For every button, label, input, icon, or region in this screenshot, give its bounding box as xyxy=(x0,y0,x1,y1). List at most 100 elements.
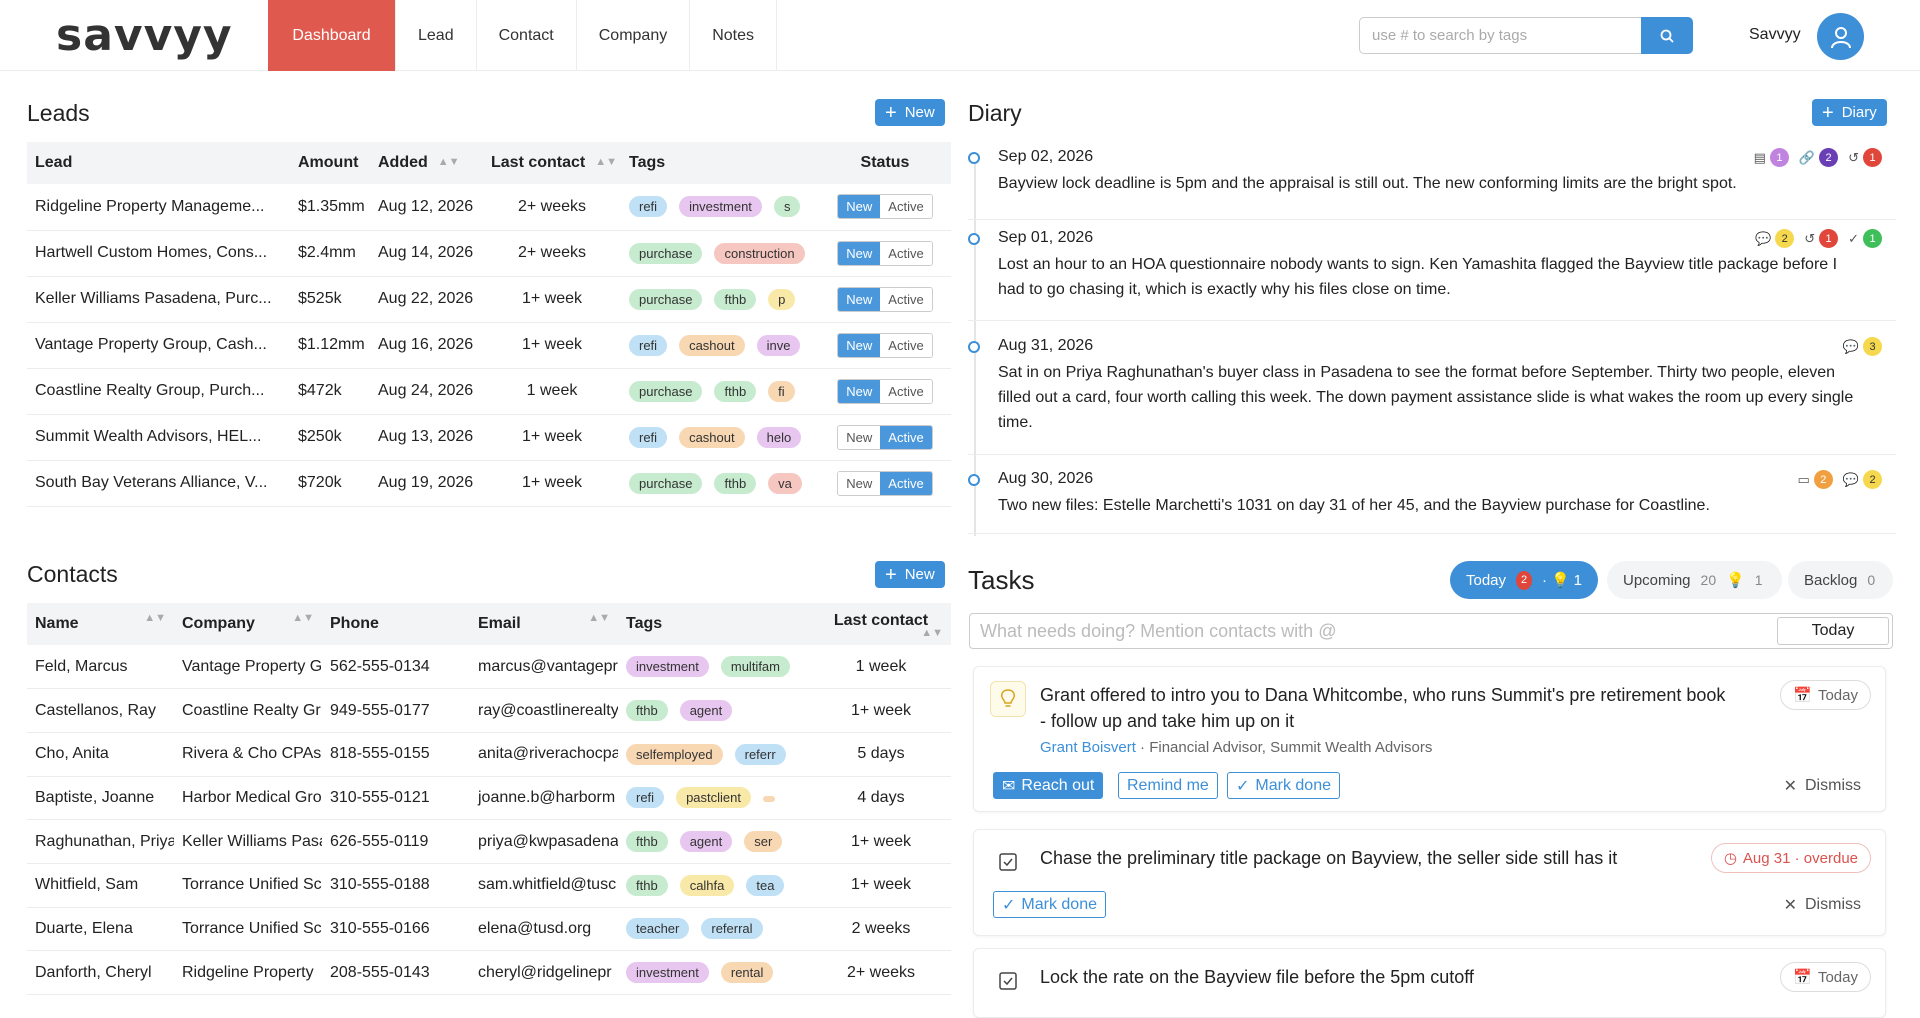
tag[interactable]: fthb xyxy=(626,874,668,896)
tab-upcoming[interactable]: Upcoming 20 💡 1 xyxy=(1607,561,1782,599)
status-option[interactable]: Active xyxy=(880,287,932,311)
table-row[interactable]: Ridgeline Property Manageme... $1.35mm Aug… xyxy=(27,184,951,231)
leads-col-header[interactable]: Last contact ▲▼ xyxy=(483,142,621,184)
tag[interactable]: tea xyxy=(746,874,785,896)
tag[interactable]: fi xyxy=(768,380,795,402)
table-row[interactable]: Keller Williams Pasadena, Purc... $525k Au… xyxy=(27,276,951,323)
user-name[interactable]: Savvyy xyxy=(1749,26,1801,44)
tag[interactable]: purchase xyxy=(629,380,703,402)
tag[interactable]: referr xyxy=(734,743,786,765)
tag[interactable]: fthb xyxy=(626,831,668,853)
tag[interactable]: purchase xyxy=(629,242,703,264)
tag[interactable]: purchase xyxy=(629,472,703,494)
checkbox-icon[interactable] xyxy=(990,844,1026,880)
diary-badge[interactable]: 💬 2 xyxy=(1843,470,1882,489)
tag[interactable]: rental xyxy=(720,962,774,984)
contact-name[interactable]: Baptiste, Joanne xyxy=(27,776,174,821)
tag[interactable]: va xyxy=(768,472,802,494)
tag[interactable]: helo xyxy=(756,426,802,448)
contact-name[interactable]: Whitfield, Sam xyxy=(27,863,174,908)
task-due-date[interactable]: ◷ Aug 31 · overdue xyxy=(1710,843,1871,873)
tag[interactable]: investment xyxy=(679,196,762,218)
table-row[interactable]: Duarte, Elena Torrance Unified Sc 310-555-… xyxy=(27,907,951,952)
nav-dashboard[interactable]: Dashboard xyxy=(268,0,396,71)
dismiss-button[interactable]: ✕ Dismiss xyxy=(1784,895,1861,915)
diary-badge[interactable]: ↺ 1 xyxy=(1804,229,1839,248)
lead-name[interactable]: Hartwell Custom Homes, Cons... xyxy=(27,230,290,277)
sort-icon[interactable]: ▲▼ xyxy=(292,613,314,624)
table-row[interactable]: Raghunathan, Priya Keller Williams Pasa 62… xyxy=(27,819,951,864)
leads-col-header[interactable]: Status xyxy=(819,142,951,184)
search-input[interactable]: use # to search by tags xyxy=(1359,17,1642,54)
tag[interactable]: fthb xyxy=(714,472,757,494)
contact-name[interactable]: Danforth, Cheryl xyxy=(27,950,174,995)
table-row[interactable]: Feld, Marcus Vantage Property G 562-555-01… xyxy=(27,645,951,690)
nav-lead[interactable]: Lead xyxy=(396,0,477,71)
contacts-col-header[interactable]: Email ▲▼ xyxy=(470,603,618,645)
status-option[interactable]: Active xyxy=(880,425,932,449)
sort-icon[interactable]: ▲▼ xyxy=(921,627,943,638)
tag[interactable]: investment xyxy=(626,962,709,984)
table-row[interactable]: Cho, Anita Rivera & Cho CPAs 818-555-0155 a… xyxy=(27,732,951,777)
diary-badge[interactable]: ✓ 1 xyxy=(1848,229,1882,248)
status-option[interactable]: New xyxy=(838,425,881,449)
diary-entry[interactable]: Sep 02, 2026 Bayview lock deadline is 5pm… xyxy=(968,148,1896,220)
tag[interactable] xyxy=(762,796,775,803)
nav-notes[interactable]: Notes xyxy=(690,0,778,71)
tag[interactable]: fthb xyxy=(714,380,757,402)
tag[interactable]: multifam xyxy=(720,656,790,678)
lead-name[interactable]: Ridgeline Property Manageme... xyxy=(27,184,290,231)
sort-icon[interactable]: ▲▼ xyxy=(588,613,610,624)
contacts-col-header[interactable]: Company ▲▼ xyxy=(174,603,322,645)
checkbox-icon[interactable] xyxy=(990,963,1026,999)
diary-entry[interactable]: Aug 30, 2026 Two new files: Estelle March… xyxy=(968,470,1896,534)
status-option[interactable]: New xyxy=(838,241,881,265)
remind-me-button[interactable]: Remind me xyxy=(1118,772,1218,799)
tag[interactable]: investment xyxy=(626,656,709,678)
table-row[interactable]: Castellanos, Ray Coastline Realty Gr 949-5… xyxy=(27,688,951,733)
reach-out-button[interactable]: ✉ Reach out xyxy=(993,772,1104,799)
new-task-input[interactable]: What needs doing? Mention contacts with … xyxy=(969,613,1893,649)
contact-name[interactable]: Raghunathan, Priya xyxy=(27,819,174,864)
tag[interactable]: refi xyxy=(629,426,668,448)
leads-col-header[interactable]: Lead xyxy=(27,142,290,184)
table-row[interactable]: Hartwell Custom Homes, Cons... $2.4mm Aug … xyxy=(27,230,951,277)
diary-entry[interactable]: Sep 01, 2026 Lost an hour to an HOA quest… xyxy=(968,229,1896,321)
contact-name[interactable]: Cho, Anita xyxy=(27,732,174,777)
tag[interactable]: purchase xyxy=(629,288,703,310)
tag[interactable]: s xyxy=(773,196,801,218)
status-option[interactable]: Active xyxy=(880,379,932,403)
tab-backlog[interactable]: Backlog 0 xyxy=(1788,561,1893,599)
app-logo[interactable]: savvyy xyxy=(56,10,233,61)
tab-today[interactable]: Today 2 · 💡 1 xyxy=(1450,561,1598,599)
mark-done-button[interactable]: ✓ Mark done xyxy=(1227,772,1340,799)
diary-badge[interactable]: ▭ 2 xyxy=(1798,470,1833,489)
tag[interactable]: construction xyxy=(714,242,805,264)
tag[interactable]: fthb xyxy=(714,288,757,310)
tag[interactable]: fthb xyxy=(626,700,668,722)
table-row[interactable]: Whitfield, Sam Torrance Unified Sc 310-555… xyxy=(27,863,951,908)
task-text[interactable]: Grant offered to intro you to Dana Whitc… xyxy=(1040,682,1725,734)
table-row[interactable]: Summit Wealth Advisors, HEL... $250k Aug 1… xyxy=(27,414,951,461)
tag[interactable]: pastclient xyxy=(676,787,751,809)
avatar[interactable] xyxy=(1817,13,1864,60)
contacts-col-header[interactable]: Last contact ▲▼ xyxy=(811,603,951,645)
tag[interactable]: refi xyxy=(629,196,668,218)
diary-badge[interactable]: 💬 2 xyxy=(1755,229,1795,248)
sort-icon[interactable]: ▲▼ xyxy=(595,157,617,168)
contact-name[interactable]: Feld, Marcus xyxy=(27,645,174,690)
new-lead-button[interactable]: + New xyxy=(875,99,945,126)
table-row[interactable]: Vantage Property Group, Cash... $1.12mm Au… xyxy=(27,322,951,369)
tag[interactable]: cashout xyxy=(679,334,745,356)
lead-name[interactable]: Keller Williams Pasadena, Purc... xyxy=(27,276,290,323)
new-contact-button[interactable]: + New xyxy=(875,561,945,588)
task-contact-link[interactable]: Grant Boisvert xyxy=(1040,739,1136,756)
lead-name[interactable]: Summit Wealth Advisors, HEL... xyxy=(27,414,290,461)
status-option[interactable]: Active xyxy=(880,333,932,357)
tag[interactable]: inve xyxy=(756,334,801,356)
tag[interactable]: referral xyxy=(701,918,763,940)
search-button[interactable] xyxy=(1641,17,1693,54)
contacts-col-header[interactable]: Phone xyxy=(322,603,470,645)
table-row[interactable]: Danforth, Cheryl Ridgeline Property 208-55… xyxy=(27,950,951,995)
sort-icon[interactable]: ▲▼ xyxy=(438,157,460,168)
